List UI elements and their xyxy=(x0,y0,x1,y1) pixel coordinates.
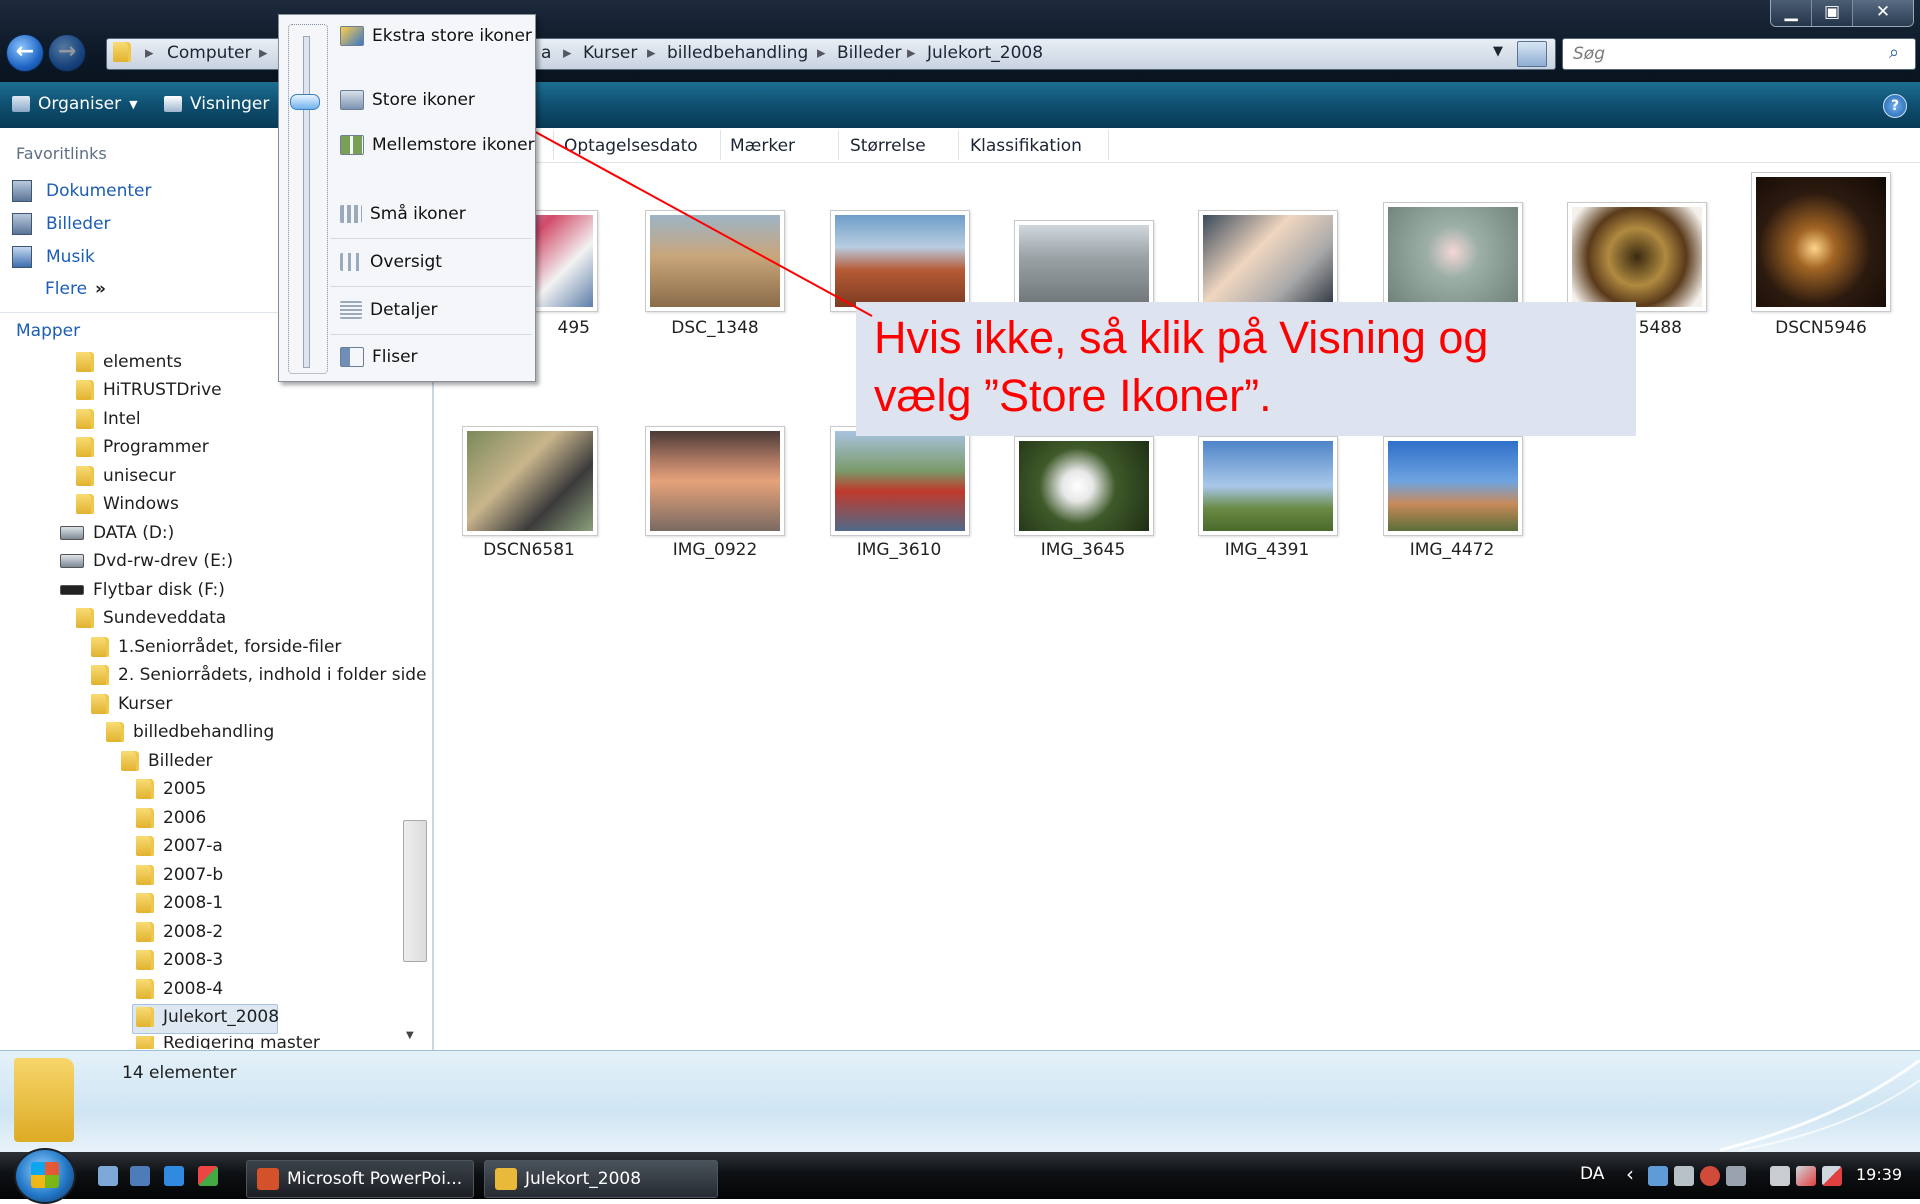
decorative-swoosh xyxy=(1720,1060,1920,1152)
internet-explorer-icon[interactable] xyxy=(164,1166,184,1186)
medium-icons-icon xyxy=(340,135,364,155)
folder-icon xyxy=(495,1168,517,1190)
menu-label: Ekstra store ikoner xyxy=(372,26,532,46)
network-disconnected-icon[interactable] xyxy=(1796,1166,1816,1186)
menu-item-list[interactable]: Oversigt xyxy=(340,252,442,272)
antivirus-icon[interactable] xyxy=(1674,1166,1694,1186)
taskbar-button-powerpoint[interactable]: Microsoft PowerPoi... xyxy=(246,1160,474,1198)
menu-label: Fliser xyxy=(372,347,418,367)
language-indicator[interactable]: DA xyxy=(1580,1164,1604,1184)
slider-thumb[interactable] xyxy=(290,94,320,110)
menu-item-medium-icons[interactable]: Mellemstore ikoner xyxy=(340,135,535,155)
network-icon[interactable] xyxy=(1648,1166,1668,1186)
menu-separator xyxy=(330,238,532,239)
large-icons-icon xyxy=(340,90,364,110)
monitor-icon[interactable] xyxy=(1726,1166,1746,1186)
details-icon xyxy=(340,301,362,319)
show-desktop-icon[interactable] xyxy=(98,1166,118,1186)
list-icon xyxy=(340,253,362,271)
menu-item-tiles[interactable]: Fliser xyxy=(340,347,418,367)
extra-large-icons-icon xyxy=(340,26,364,46)
powerpoint-icon xyxy=(257,1168,279,1190)
small-icons-icon xyxy=(340,205,362,223)
security-icon[interactable] xyxy=(1700,1166,1720,1186)
paint-icon[interactable] xyxy=(198,1166,218,1186)
details-pane xyxy=(0,1050,1920,1153)
tray-expand-icon[interactable]: ‹ xyxy=(1626,1162,1634,1186)
windows-logo-icon xyxy=(31,1162,59,1188)
folder-icon xyxy=(14,1058,74,1142)
menu-item-extra-large-icons[interactable]: Ekstra store ikoner xyxy=(340,26,532,46)
menu-label: Store ikoner xyxy=(372,90,475,110)
menu-item-small-icons[interactable]: Små ikoner xyxy=(340,204,466,224)
clock[interactable]: 19:39 xyxy=(1856,1165,1902,1184)
volume-muted-icon[interactable] xyxy=(1822,1166,1842,1186)
menu-item-large-icons[interactable]: Store ikoner xyxy=(340,90,475,110)
menu-label: Små ikoner xyxy=(370,204,466,224)
switch-windows-icon[interactable] xyxy=(130,1166,150,1186)
tiles-icon xyxy=(340,347,364,367)
menu-label: Detaljer xyxy=(370,300,438,320)
slider-track xyxy=(303,36,310,368)
task-label: Microsoft PowerPoi... xyxy=(287,1169,463,1189)
menu-separator xyxy=(330,286,532,287)
menu-separator xyxy=(330,334,532,335)
menu-label: Oversigt xyxy=(370,252,442,272)
task-label: Julekort_2008 xyxy=(525,1169,642,1189)
device-icon[interactable] xyxy=(1770,1166,1790,1186)
taskbar-button-explorer[interactable]: Julekort_2008 xyxy=(484,1160,718,1198)
item-count: 14 elementer xyxy=(122,1063,237,1083)
start-button[interactable] xyxy=(14,1148,76,1204)
menu-label: Mellemstore ikoner xyxy=(372,135,535,155)
menu-item-details[interactable]: Detaljer xyxy=(340,300,438,320)
